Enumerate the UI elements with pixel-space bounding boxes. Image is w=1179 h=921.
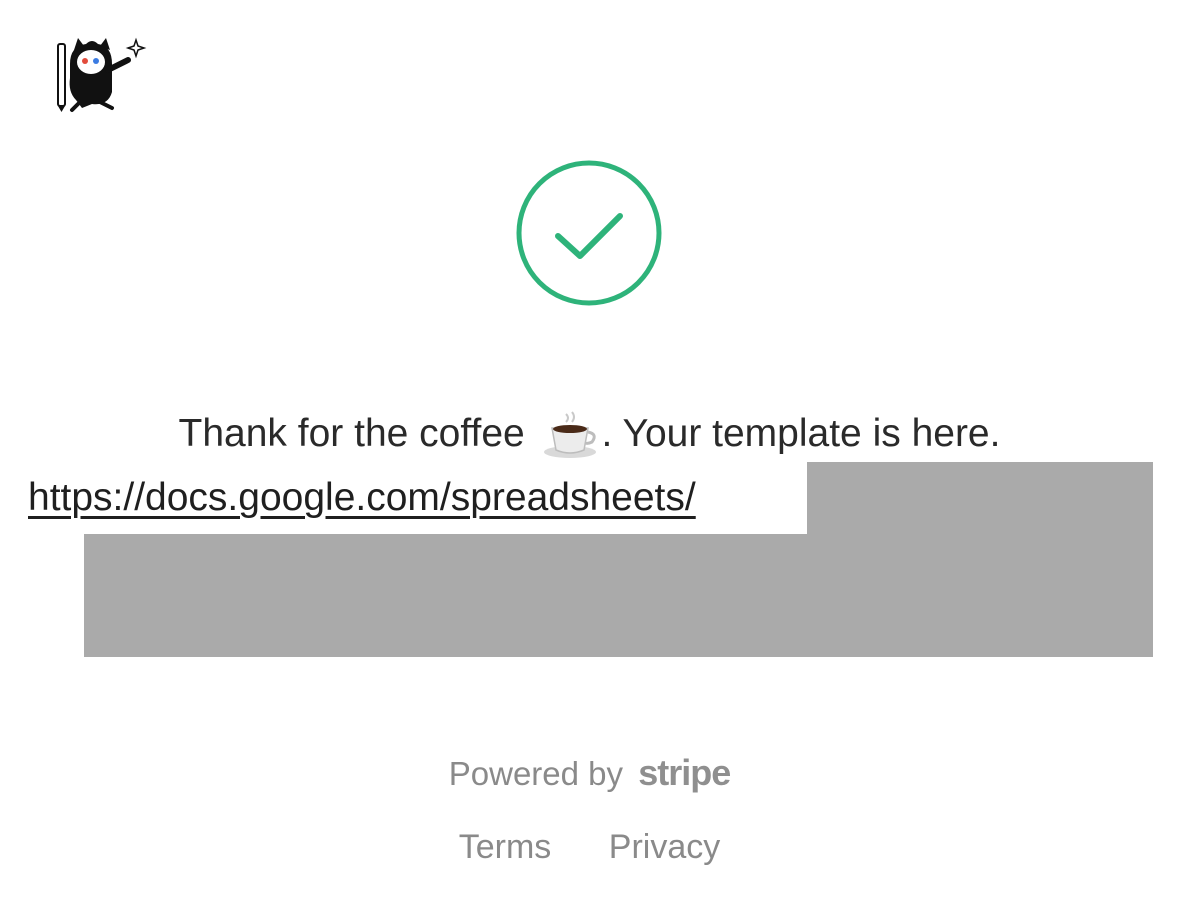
redacted-block [807, 462, 1153, 536]
thank-you-message: Thank for the coffee . Your template is … [0, 408, 1179, 460]
terms-link[interactable]: Terms [459, 824, 552, 870]
coffee-cup-icon [542, 408, 602, 460]
privacy-link[interactable]: Privacy [609, 824, 720, 870]
powered-by-label: Powered by [448, 755, 624, 792]
redacted-block [84, 534, 1153, 657]
template-link[interactable]: https://docs.google.com/spreadsheets/ [28, 472, 696, 524]
message-text-before: Thank for the coffee [178, 412, 525, 455]
footer-links: Terms Privacy [0, 824, 1179, 870]
message-text-after: . Your template is here. [601, 412, 1001, 455]
stripe-logo: stripe [638, 752, 731, 793]
check-circle-icon [516, 160, 662, 306]
powered-by-stripe[interactable]: Powered by stripe [0, 750, 1179, 797]
owl-mascot-icon [48, 34, 148, 114]
